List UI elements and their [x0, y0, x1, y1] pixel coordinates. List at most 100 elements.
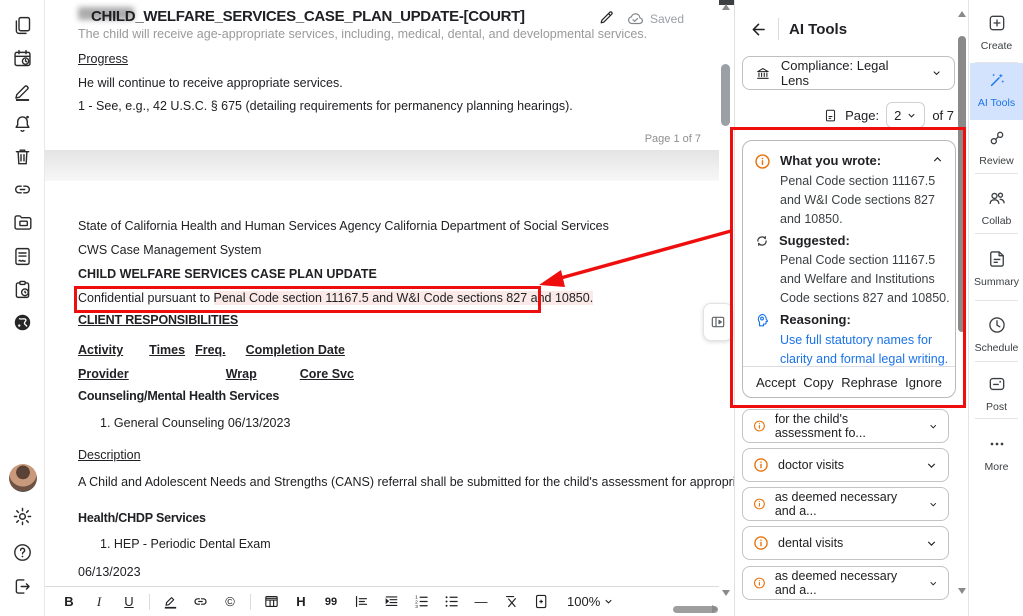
horizontal-rule-icon[interactable]: —	[467, 590, 495, 614]
document-title-bar: CHILD_WELFARE_SERVICES_CASE_PLAN_UPDATE-…	[46, 4, 718, 29]
folder-card-icon[interactable]	[10, 210, 35, 235]
col-times: Times	[149, 343, 185, 357]
suggestion-item[interactable]: as deemed necessary and a...	[742, 487, 949, 521]
description-heading[interactable]: Description	[78, 448, 141, 462]
user-avatar[interactable]	[9, 464, 37, 492]
service-heading[interactable]: Health/CHDP Services	[78, 511, 206, 525]
italic-icon[interactable]: I	[85, 590, 113, 614]
doc-date[interactable]: 06/13/2023	[78, 565, 141, 579]
scroll-up-arrow[interactable]	[958, 11, 966, 17]
tab-label: Summary	[969, 276, 1023, 288]
suggestion-item[interactable]: doctor visits	[742, 448, 949, 482]
table-header-row-2[interactable]: ProviderWrapCore Svc	[78, 367, 354, 381]
copy-button[interactable]: Copy	[803, 375, 833, 390]
globe-icon[interactable]	[10, 310, 35, 335]
section-heading[interactable]: CLIENT RESPONSIBILITIES	[78, 313, 238, 327]
reasoning-label: Reasoning:	[780, 312, 851, 327]
tab-summary[interactable]: Summary	[969, 249, 1023, 288]
indent-icon[interactable]	[377, 590, 405, 614]
tab-ai-tools[interactable]: AI Tools	[969, 70, 1023, 109]
list-item[interactable]: 1. HEP - Periodic Dental Exam	[100, 537, 271, 551]
edit-pen-icon[interactable]	[10, 79, 35, 104]
document-scrollbar[interactable]	[719, 0, 733, 600]
edit-pencil-icon[interactable]	[598, 9, 615, 31]
list-item[interactable]: 1. General Counseling 06/13/2023	[100, 416, 290, 430]
suggestion-item[interactable]: as deemed necessary and a...	[742, 566, 949, 600]
doc-heading-progress[interactable]: Progress	[78, 52, 128, 66]
ordered-list-icon[interactable]: 123	[407, 590, 435, 614]
page-navigator: Page: 2 of 7	[823, 102, 954, 128]
table-icon[interactable]	[257, 590, 285, 614]
doc-paragraph[interactable]: The child will receive age-appropriate s…	[78, 27, 647, 41]
rephrase-button[interactable]: Rephrase	[841, 375, 897, 390]
tab-review[interactable]: Review	[969, 128, 1023, 167]
scrollbar-thumb[interactable]	[721, 64, 730, 126]
bold-icon[interactable]: B	[55, 590, 83, 614]
document-signature-icon[interactable]	[10, 244, 35, 269]
chevron-down-icon	[928, 420, 938, 433]
suggestion-item[interactable]: for the child's assessment fo...	[742, 409, 949, 443]
col-wrap: Wrap	[226, 367, 257, 381]
heading-icon[interactable]: H	[287, 590, 315, 614]
suggestion-item[interactable]: dental visits	[742, 526, 949, 560]
panel-toggle-button[interactable]	[703, 303, 733, 341]
saved-label: Saved	[650, 12, 684, 26]
toolbar-separator	[149, 594, 150, 610]
chevron-up-icon[interactable]	[931, 153, 944, 166]
panel-scrollbar[interactable]	[957, 0, 967, 616]
back-arrow-icon[interactable]	[749, 20, 768, 39]
blockquote-icon[interactable]: 99	[317, 590, 345, 614]
doc-footnote[interactable]: 1 - See, e.g., 42 U.S.C. § 675 (detailin…	[78, 99, 573, 113]
link-icon[interactable]	[186, 590, 214, 614]
scrollbar-thumb[interactable]	[958, 36, 966, 332]
compliance-lens-dropdown[interactable]: Compliance: Legal Lens	[742, 56, 955, 90]
copy-document-icon[interactable]	[10, 13, 35, 38]
accept-button[interactable]: Accept	[756, 375, 796, 390]
link-icon[interactable]	[10, 177, 35, 202]
svg-text:3: 3	[415, 604, 418, 610]
help-icon[interactable]	[10, 540, 35, 565]
scroll-right-arrow[interactable]	[712, 605, 718, 613]
logout-icon[interactable]	[10, 574, 35, 599]
tab-label: Create	[969, 40, 1023, 52]
doc-paragraph[interactable]: State of California Health and Human Ser…	[78, 219, 609, 233]
align-left-icon[interactable]	[347, 590, 375, 614]
doc-confidential-line[interactable]: Confidential pursuant to Penal Code sect…	[78, 291, 593, 305]
trash-icon[interactable]	[10, 144, 35, 169]
save-status: Saved	[626, 10, 684, 28]
scroll-down-arrow[interactable]	[958, 588, 966, 594]
settings-gear-icon[interactable]	[10, 504, 35, 529]
comment-icon[interactable]: ©	[216, 590, 244, 614]
info-icon	[753, 418, 766, 434]
tab-create[interactable]: Create	[969, 13, 1023, 52]
highlight-icon[interactable]	[156, 590, 184, 614]
clipboard-clock-icon[interactable]	[10, 277, 35, 302]
suggestion-label: doctor visits	[778, 458, 844, 472]
notification-bell-icon[interactable]	[10, 111, 35, 136]
doc-paragraph[interactable]: He will continue to receive appropriate …	[78, 76, 343, 90]
ignore-button[interactable]: Ignore	[905, 375, 942, 390]
document-canvas[interactable]: The child will receive age-appropriate s…	[45, 0, 719, 586]
scroll-up-arrow[interactable]	[722, 4, 730, 10]
col-core-svc: Core Svc	[300, 367, 354, 381]
document-title: CHILD_WELFARE_SERVICES_CASE_PLAN_UPDATE-…	[91, 8, 525, 25]
calendar-clock-icon[interactable]	[10, 46, 35, 71]
underline-icon[interactable]: U	[115, 590, 143, 614]
suggestion-label: as deemed necessary and a...	[775, 569, 910, 597]
tab-schedule[interactable]: Schedule	[969, 315, 1023, 354]
clear-formatting-icon[interactable]	[497, 590, 525, 614]
zoom-control[interactable]: 100%	[567, 594, 614, 609]
tab-collab[interactable]: Collab	[969, 188, 1023, 227]
doc-heading[interactable]: CHILD WELFARE SERVICES CASE PLAN UPDATE	[78, 267, 377, 281]
page-select[interactable]: 2	[886, 102, 925, 128]
service-heading[interactable]: Counseling/Mental Health Services	[78, 389, 279, 403]
scroll-down-arrow[interactable]	[722, 590, 730, 596]
tab-more[interactable]: More	[969, 434, 1023, 473]
doc-paragraph[interactable]: CWS Case Management System	[78, 243, 261, 257]
table-header-row-1[interactable]: ActivityTimesFreq.Completion Date	[78, 343, 345, 357]
chevron-down-icon	[906, 110, 917, 121]
insert-page-icon[interactable]	[527, 590, 555, 614]
tab-post[interactable]: Post	[969, 374, 1023, 413]
description-text[interactable]: A Child and Adolescent Needs and Strengt…	[78, 471, 723, 494]
bullet-list-icon[interactable]	[437, 590, 465, 614]
